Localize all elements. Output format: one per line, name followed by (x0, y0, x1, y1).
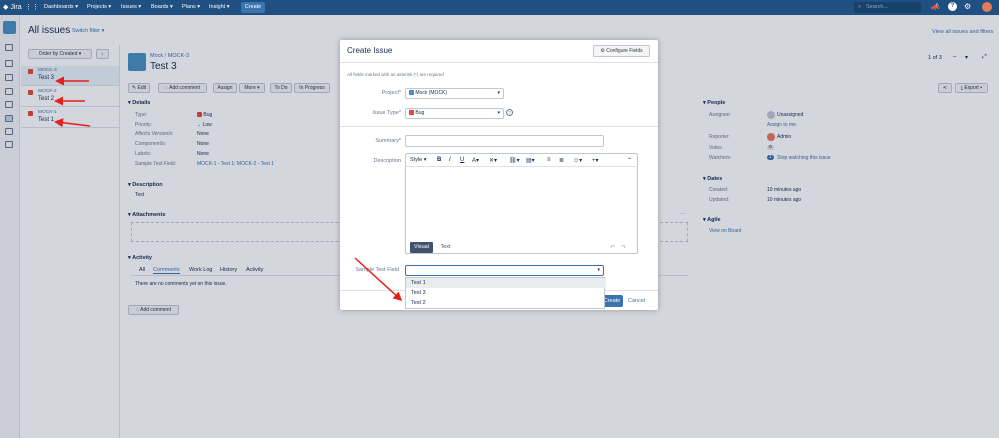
red-arrow-annotation (54, 76, 403, 302)
